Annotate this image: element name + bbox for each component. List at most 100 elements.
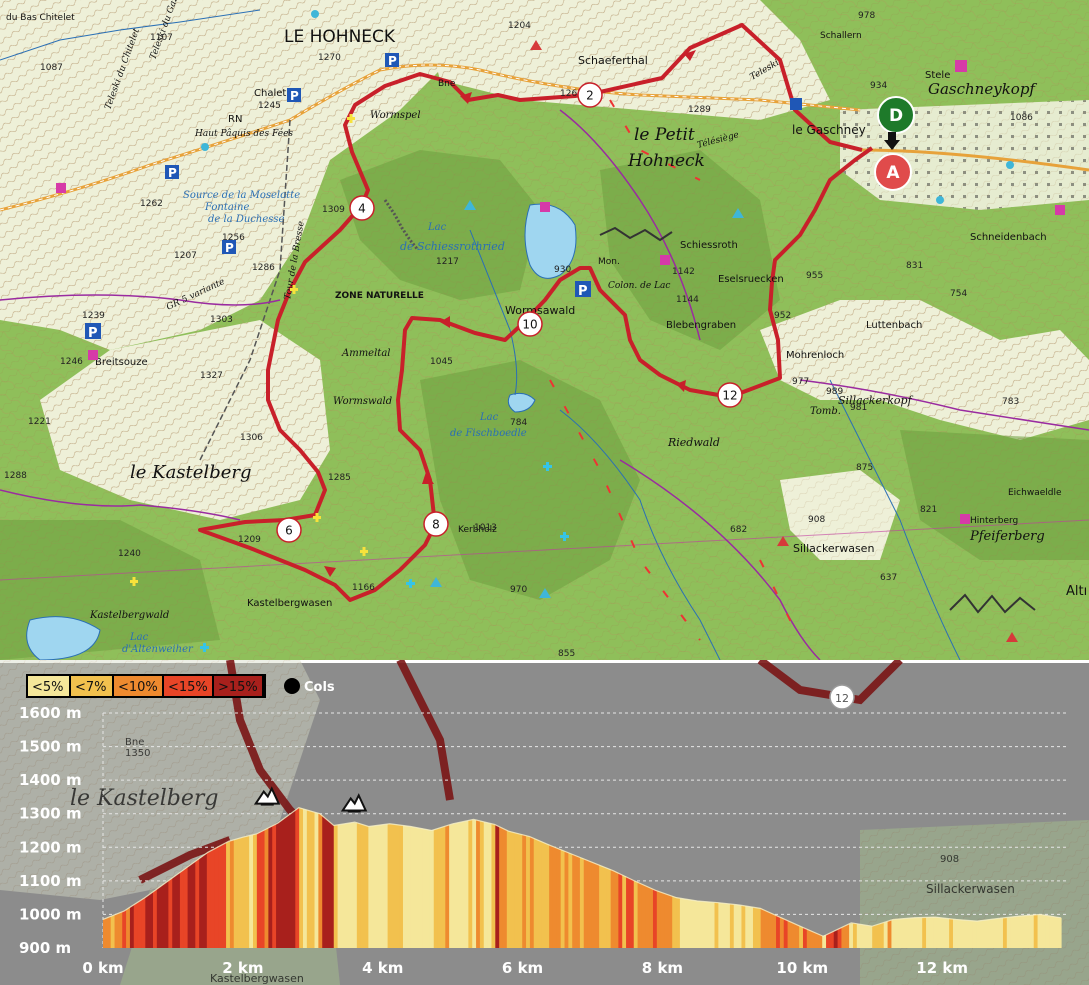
profile-segment	[606, 868, 612, 948]
profile-segment	[499, 826, 504, 948]
map-label: Schiessroth	[680, 240, 738, 251]
profile-segment	[660, 892, 666, 948]
waypoint-marker-10[interactable]: 10	[517, 311, 543, 337]
profile-segment	[526, 835, 531, 948]
profile-segment	[991, 918, 996, 948]
end-marker[interactable]: A	[874, 153, 912, 191]
waypoint-marker-12[interactable]: 12	[717, 382, 743, 408]
map-label: Source de la Moselotte	[183, 190, 300, 201]
spot-elevation: 754	[950, 289, 967, 299]
profile-segment	[756, 907, 762, 948]
spot-elevation: 1217	[436, 257, 459, 267]
profile-segment	[564, 851, 569, 948]
profile-segment	[852, 923, 858, 948]
map-label: de Fischboedle	[450, 428, 527, 439]
profile-segment	[1018, 915, 1023, 948]
profile-segment	[1022, 915, 1027, 948]
profile-segment	[1033, 914, 1039, 948]
y-tick-label: 1500 m	[19, 738, 82, 756]
map-label: Eselsruecken	[718, 274, 784, 285]
profile-segment	[968, 920, 973, 948]
profile-segment	[1026, 915, 1031, 948]
profile-segment	[710, 902, 716, 948]
profile-segment	[376, 825, 381, 948]
profile-segment	[1060, 917, 1062, 948]
profile-segment	[152, 889, 158, 948]
start-marker[interactable]: D	[877, 96, 915, 134]
x-tick-label: 0 km	[82, 959, 123, 977]
profile-segment	[510, 831, 516, 948]
profile-segment	[572, 854, 577, 948]
y-tick-label: 1200 m	[19, 838, 82, 856]
map-label: ZONE NATURELLE	[335, 291, 424, 301]
map-label: le Gaschney	[792, 123, 866, 137]
profile-segment	[952, 919, 958, 948]
profile-segment	[879, 922, 885, 948]
profile-segment	[918, 917, 923, 948]
spot-elevation: 1207	[174, 251, 197, 261]
profile-segment	[806, 929, 812, 948]
profile-segment	[626, 876, 631, 948]
profile-segment	[414, 827, 419, 948]
shelter-icon	[88, 350, 98, 360]
profile-segment	[1010, 916, 1016, 948]
spot-elevation: 855	[558, 649, 575, 659]
profile-segment	[418, 827, 423, 948]
topographic-map[interactable]: LE HOHNECK Schaeferthal le Petit Hohneck le …	[0, 0, 1089, 660]
waypoint-marker-4[interactable]: 4	[349, 195, 375, 221]
spot-elevation: 955	[806, 271, 823, 281]
profile-segment	[356, 822, 362, 948]
map-label: d'Altenweiher	[122, 644, 194, 655]
profile-segment	[314, 812, 319, 948]
shelter-icon	[540, 202, 550, 212]
profile-segment	[726, 903, 731, 948]
spot-elevation: 821	[920, 505, 937, 515]
spot-elevation: 1209	[238, 535, 261, 545]
spot-elevation: 1270	[318, 53, 341, 63]
spot-elevation: 1245	[258, 101, 281, 111]
profile-segment	[103, 917, 108, 948]
svg-text:908: 908	[940, 854, 959, 865]
profile-segment	[1014, 916, 1019, 948]
profile-segment	[752, 907, 758, 948]
map-label: Lac	[479, 412, 499, 423]
profile-segment	[172, 875, 177, 948]
legend-label: <7%	[75, 680, 107, 695]
map-label: le Petit	[634, 125, 695, 145]
svg-text:P: P	[290, 89, 299, 103]
profile-segment	[287, 813, 293, 948]
y-tick-label: 1000 m	[19, 905, 82, 923]
profile-segment	[976, 920, 981, 948]
spot-elevation: 1013	[474, 523, 497, 533]
elevation-profile-chart[interactable]: 12 le Kastelberg Bne 1350 Kastelbergwase…	[0, 660, 1089, 985]
map-label: le Kastelberg	[130, 462, 252, 483]
profile-segment	[191, 861, 196, 948]
waypoint-marker-8[interactable]: 8	[423, 511, 449, 537]
profile-segment	[156, 886, 162, 948]
legend-label: <15%	[168, 680, 208, 695]
spot-elevation: 989	[826, 387, 843, 397]
spot-elevation: 1286	[252, 263, 275, 273]
waypoint-marker-2[interactable]: 2	[577, 82, 603, 108]
route-map-page: LE HOHNECK Schaeferthal le Petit Hohneck le …	[0, 0, 1089, 985]
profile-segment	[145, 894, 150, 948]
profile-segment	[326, 819, 331, 948]
profile-segment	[810, 930, 816, 948]
profile-segment	[702, 901, 708, 948]
profile-segment	[476, 820, 481, 948]
profile-segment	[568, 852, 573, 948]
profile-segment	[129, 904, 135, 948]
profile-segment	[299, 807, 304, 948]
spot-elevation: 682	[730, 525, 747, 535]
profile-segment	[779, 917, 785, 948]
profile-segment	[556, 848, 562, 948]
svg-text:le Kastelberg: le Kastelberg	[70, 786, 219, 811]
waypoint-marker-6[interactable]: 6	[276, 517, 302, 543]
profile-segment	[945, 918, 950, 948]
profile-segment	[110, 914, 116, 948]
profile-segment	[364, 825, 369, 948]
profile-segment	[487, 822, 493, 948]
profile-segment	[272, 824, 277, 948]
x-tick-label: 12 km	[916, 959, 968, 977]
spot-elevation: 783	[1002, 397, 1019, 407]
